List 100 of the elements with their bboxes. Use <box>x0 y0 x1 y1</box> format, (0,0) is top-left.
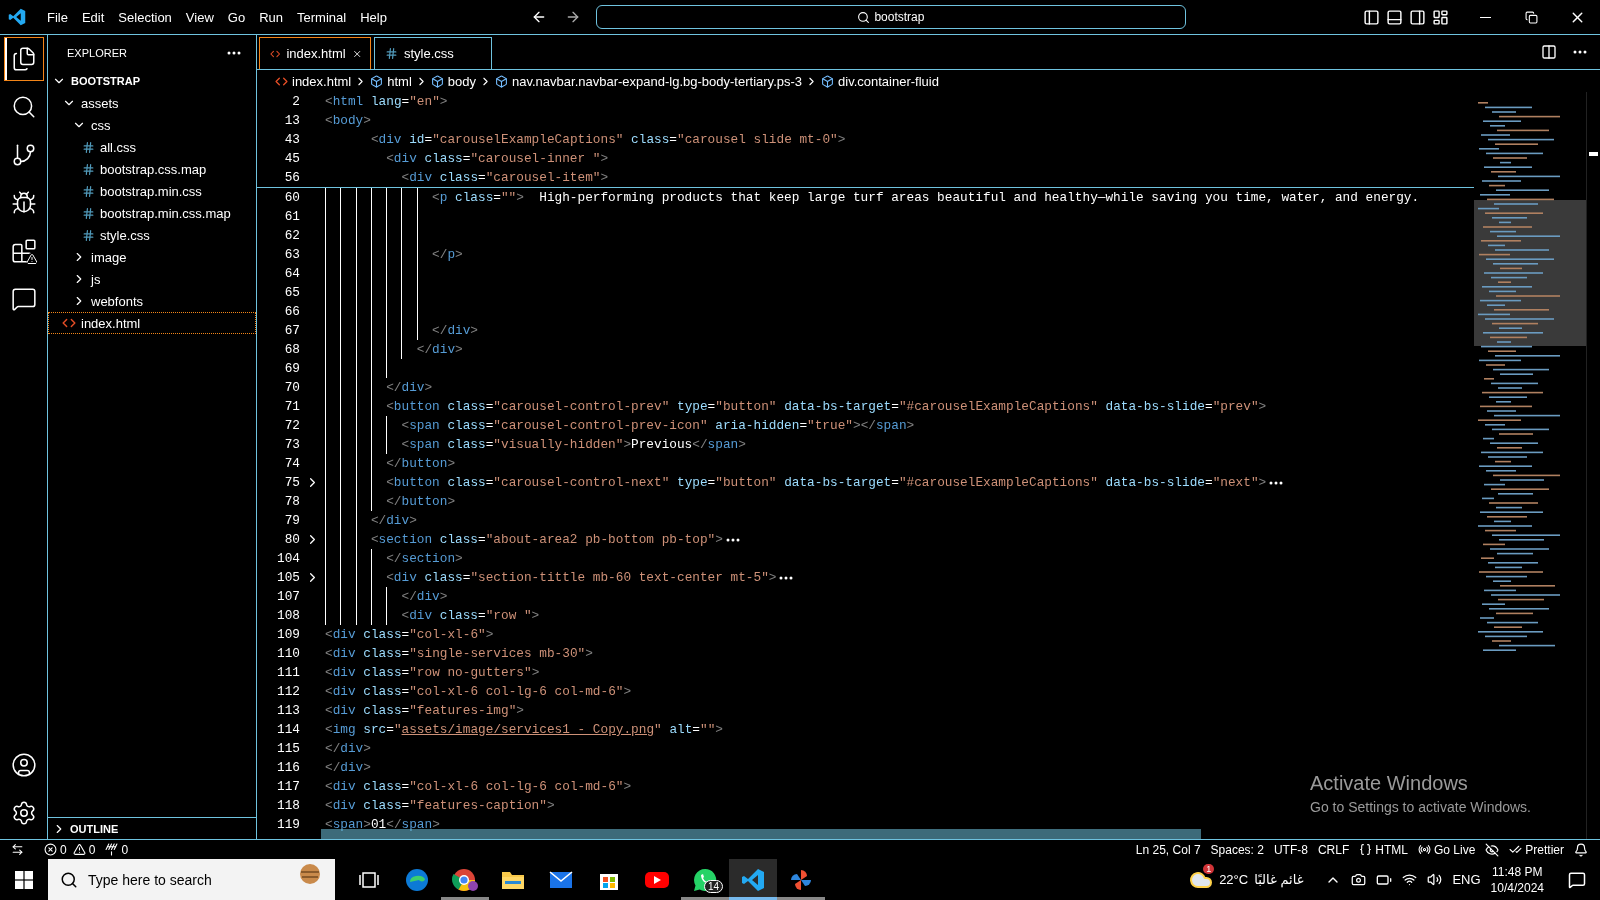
line-number: 43 <box>283 132 300 147</box>
tree-item[interactable]: image <box>48 246 256 268</box>
tree-item[interactable]: assets <box>48 92 256 114</box>
code-line: <button class="carousel-control-prev" type="button" data-bs-target="#carouselExampleCaptions" data-bs-slide="prev"> <box>386 399 1267 414</box>
tree-item[interactable]: all.css <box>48 136 256 158</box>
folded-ellipsis-icon[interactable] <box>779 575 794 580</box>
folded-ellipsis-icon[interactable] <box>725 537 740 542</box>
video-play-icon <box>644 869 670 890</box>
search-icon <box>857 10 871 24</box>
menu-item[interactable]: Selection <box>111 5 179 29</box>
menu-item[interactable]: Go <box>220 5 253 29</box>
breadcrumb-item[interactable]: div.container-fluid <box>821 73 939 89</box>
panel-left-icon <box>1363 8 1380 26</box>
menu-item[interactable]: Terminal <box>290 5 354 29</box>
editor-tab[interactable]: index.html <box>259 37 371 69</box>
tree-item[interactable]: bootstrap.css.map <box>48 158 256 180</box>
vertical-scrollbar[interactable] <box>1586 92 1600 839</box>
menu-item[interactable]: Edit <box>74 5 112 29</box>
status-item[interactable]: Spaces: 2 <box>1210 842 1264 857</box>
breadcrumb-item[interactable]: index.html <box>275 73 352 89</box>
ports-status[interactable]: 0 <box>105 842 129 857</box>
tree-item[interactable]: css <box>48 114 256 136</box>
line-number: 65 <box>283 285 300 300</box>
tree-item[interactable]: bootstrap.min.css <box>48 180 256 202</box>
braces-icon <box>1359 843 1373 856</box>
explorer-icon <box>10 46 37 72</box>
code-line: <img src="assets/image/services1 - Copy.png" alt=""> <box>325 722 723 737</box>
tree-item[interactable]: webfonts <box>48 290 256 312</box>
double-check-icon <box>1509 843 1523 856</box>
horizontal-scrollbar[interactable] <box>321 829 1201 839</box>
sidebar-title: EXPLORER <box>67 46 127 59</box>
account-icon <box>10 752 37 778</box>
menu-item[interactable]: Help <box>353 5 394 29</box>
line-number: 109 <box>276 627 300 642</box>
status-item[interactable]: Go Live <box>1417 842 1476 857</box>
planet-icon <box>299 863 321 885</box>
eye-off-icon[interactable] <box>1485 842 1500 857</box>
warning-icon <box>72 843 86 856</box>
line-number: 13 <box>283 113 300 128</box>
breadcrumb-item[interactable]: body <box>430 73 476 89</box>
status-item[interactable]: CRLF <box>1317 842 1350 857</box>
line-number: 119 <box>276 817 300 832</box>
taskbar-search-field[interactable]: Type here to search <box>48 859 335 900</box>
command-search-field[interactable]: bootstrap <box>595 5 1186 29</box>
tree-item[interactable]: BOOTSTRAP <box>48 70 256 92</box>
line-number: 116 <box>276 760 300 775</box>
mail-icon <box>549 869 573 890</box>
activity-bar-item[interactable] <box>3 37 44 81</box>
notification-center-icon[interactable] <box>1568 870 1586 889</box>
line-number: 67 <box>283 323 300 338</box>
clock[interactable]: 11:48 PM 10/4/2024 <box>1490 863 1544 896</box>
taskbar-app[interactable] <box>729 859 777 900</box>
outline-section-header[interactable]: OUTLINE <box>48 817 256 839</box>
input-language[interactable]: ENG <box>1452 872 1481 887</box>
code-line: <body> <box>325 113 371 128</box>
line-number: 2 <box>291 94 300 109</box>
code-line: </div> <box>370 513 417 528</box>
breadcrumb-item[interactable]: html <box>370 73 412 89</box>
status-item[interactable]: HTML <box>1359 842 1408 857</box>
line-number: 118 <box>276 798 300 813</box>
windows-logo-icon <box>15 870 33 889</box>
status-item[interactable]: Prettier <box>1509 842 1564 857</box>
problems-status[interactable]: 0 0 <box>44 842 96 857</box>
search-icon <box>60 870 78 889</box>
line-number: 62 <box>283 228 300 243</box>
code-line: <div id="carouselExampleCaptions" class="carousel slide mt-0"> <box>370 132 846 147</box>
menu-item[interactable]: File <box>40 5 75 29</box>
tree-item[interactable]: index.html <box>48 312 256 334</box>
line-number: 71 <box>283 399 300 414</box>
line-number: 60 <box>283 190 300 205</box>
cube-icon <box>370 74 384 88</box>
notifications-icon[interactable] <box>1574 842 1588 857</box>
editor-tab[interactable]: style.css <box>374 37 492 69</box>
settings-icon <box>10 800 37 826</box>
camera-icon[interactable] <box>1351 872 1367 887</box>
tree-item[interactable]: bootstrap.min.css.map <box>48 202 256 224</box>
line-number: 115 <box>276 741 300 756</box>
code-line: <div class="single-services mb-30"> <box>325 646 593 661</box>
error-icon <box>44 843 57 856</box>
line-number: 108 <box>276 608 300 623</box>
line-number: 105 <box>276 570 300 585</box>
status-item[interactable]: UTF-8 <box>1273 842 1308 857</box>
restore-icon <box>1524 10 1538 24</box>
task-view-icon <box>359 869 379 890</box>
line-number: 66 <box>283 304 300 319</box>
code-line: <div class="carousel-inner "> <box>386 151 609 166</box>
code-line: </button> <box>386 494 456 509</box>
line-number: 78 <box>283 494 300 509</box>
code-line: <div class="features-img"> <box>325 703 524 718</box>
tree-item[interactable]: js <box>48 268 256 290</box>
tree-item[interactable]: style.css <box>48 224 256 246</box>
folded-ellipsis-icon[interactable] <box>1269 480 1284 485</box>
breadcrumb-item[interactable]: nav.navbar.navbar-expand-lg.bg-body-tertiary.ps-3 <box>495 73 803 89</box>
status-item[interactable]: Ln 25, Col 7 <box>1135 842 1201 857</box>
wifi-icon[interactable] <box>1402 872 1418 887</box>
menu-item[interactable]: View <box>178 5 221 29</box>
code-line: </div> <box>325 760 371 775</box>
code-line: </div> <box>325 741 371 756</box>
volume-icon[interactable] <box>1427 872 1443 887</box>
menu-item[interactable]: Run <box>252 5 290 29</box>
